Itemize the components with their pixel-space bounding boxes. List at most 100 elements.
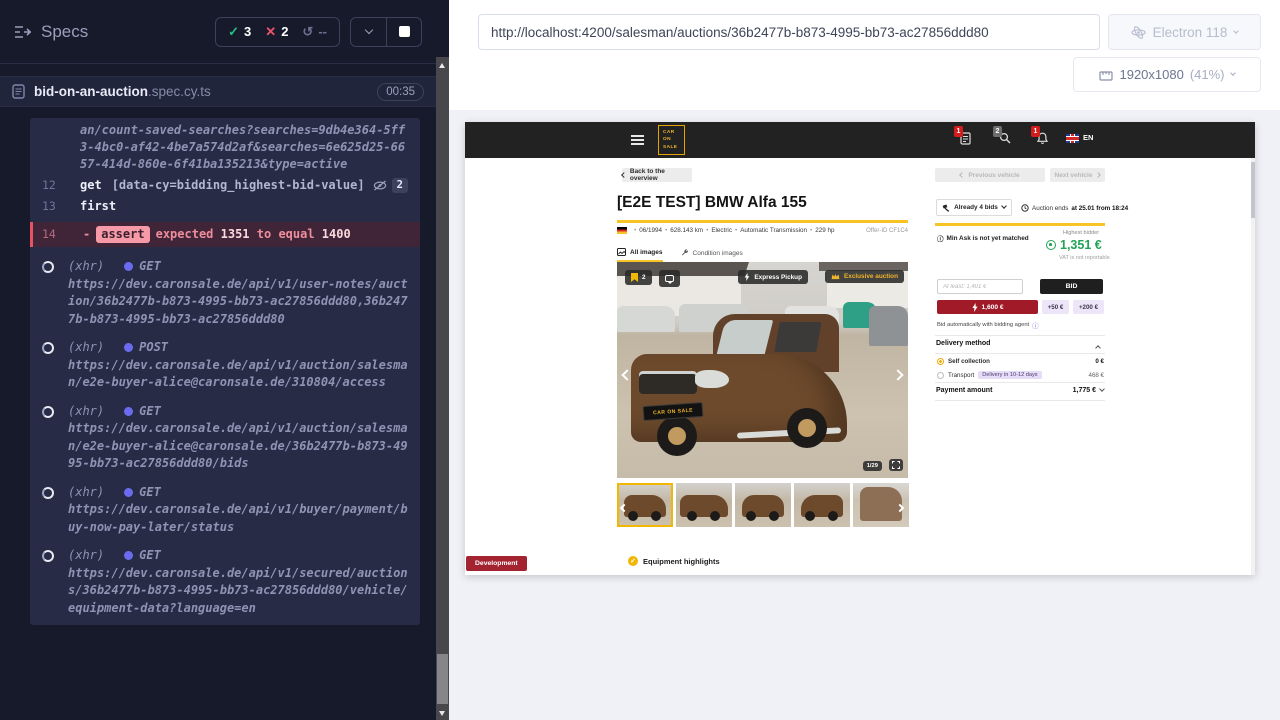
- xhr-log-entry[interactable]: (xhr)GET https://dev.caronsale.de/api/v1…: [30, 547, 420, 625]
- bidding-agent-note[interactable]: Bid automatically with bidding agent ⓘ: [937, 320, 1039, 330]
- caronsale-logo[interactable]: CAR ON SALE: [658, 125, 685, 155]
- image-icon: [617, 248, 626, 256]
- specs-nav[interactable]: Specs: [14, 22, 88, 42]
- back-to-overview-button[interactable]: Back to the overview: [622, 168, 692, 182]
- x-icon: ✕: [265, 24, 276, 40]
- highest-bid-icon: [1046, 240, 1056, 250]
- thumbs-next-button[interactable]: [897, 498, 903, 516]
- scroll-down-icon[interactable]: [439, 711, 445, 716]
- electron-icon: [1131, 25, 1146, 40]
- stat-failed: ✕ 2: [265, 24, 288, 40]
- bid-amount-input[interactable]: [937, 279, 1023, 294]
- gallery-tabs: All images Condition images: [617, 248, 743, 262]
- menu-icon[interactable]: [631, 135, 644, 145]
- vat-note: VAT is not reportable: [1059, 255, 1110, 261]
- tab-condition-images[interactable]: Condition images: [681, 248, 743, 262]
- request-dot-icon: [124, 551, 133, 560]
- browser-name: Electron 118: [1153, 25, 1228, 40]
- collapse-section-icon[interactable]: [1095, 345, 1101, 351]
- test-stats: ✓ 3 ✕ 2 ↺ --: [215, 17, 340, 47]
- eye-slash-icon: [373, 180, 387, 191]
- log-command-first[interactable]: 13 first: [30, 196, 420, 217]
- payment-amount-value: 1,775 €: [1073, 387, 1096, 394]
- log-command-get[interactable]: 12 get[data-cy=bidding_highest-bid-value…: [30, 175, 420, 196]
- app-scrollbar[interactable]: [1251, 158, 1255, 575]
- notifications-button[interactable]: 1: [1037, 132, 1048, 145]
- chevron-right-icon: [1096, 172, 1102, 178]
- min-ask-status: ⓘ Min Ask is not yet matched: [937, 233, 1029, 243]
- spinner-icon: [42, 406, 54, 418]
- xhr-log-entry[interactable]: (xhr)GET https://dev.caronsale.de/api/v1…: [30, 403, 420, 473]
- scroll-up-icon[interactable]: [439, 63, 445, 68]
- reporter-header: Specs ✓ 3 ✕ 2 ↺ --: [0, 0, 436, 64]
- spec-file-icon: [12, 84, 25, 99]
- log-truncated-url[interactable]: an/count-saved-searches?searches=9db4e36…: [30, 120, 420, 175]
- info-icon: ⓘ: [1032, 320, 1039, 330]
- viewport-size: 1920x1080: [1119, 67, 1183, 82]
- radio-selected-icon: [937, 358, 944, 365]
- scrollbar-thumb[interactable]: [437, 654, 448, 704]
- main-vehicle-photo[interactable]: CAR ON SALE 2 Express Pickup: [617, 262, 908, 478]
- xhr-log-entry[interactable]: (xhr)GET https://dev.caronsale.de/api/v1…: [30, 484, 420, 537]
- check-circle-icon: ✓: [628, 556, 638, 566]
- comments-button[interactable]: [659, 270, 680, 287]
- browser-pane: Electron 118 1920x1080 (41%) CAR ON SALE: [449, 0, 1280, 720]
- offer-id: Offer-ID CF1C4: [866, 228, 908, 234]
- thumbnail[interactable]: [735, 483, 791, 527]
- spec-file-name: bid-on-an-auction.spec.cy.ts: [34, 84, 211, 99]
- highest-bid-value: 1,351 €: [1046, 238, 1102, 252]
- url-input[interactable]: [478, 14, 1100, 50]
- highest-bidder-label: Highest bidder: [1063, 230, 1099, 236]
- increment-200-button[interactable]: +200 €: [1073, 300, 1104, 314]
- notifications-count-badge: 1: [1031, 126, 1040, 137]
- equipment-highlights: ✓ Equipment highlights: [628, 556, 720, 566]
- instant-bid-button[interactable]: 1,600 €: [937, 300, 1038, 314]
- stop-button[interactable]: [386, 18, 421, 46]
- stat-passed: ✓ 3: [228, 24, 251, 40]
- collapse-button[interactable]: [351, 18, 386, 46]
- spinner-icon: [42, 487, 54, 499]
- photo-prev-button[interactable]: [623, 366, 631, 384]
- spinner-icon: [42, 550, 54, 562]
- uk-flag-icon: [1066, 134, 1079, 143]
- environment-badge: Development: [466, 556, 527, 571]
- tab-all-images[interactable]: All images: [617, 248, 663, 262]
- payment-amount-row[interactable]: Payment amount 1,775 €: [936, 387, 1104, 394]
- bookmark-icon: [631, 273, 638, 282]
- previous-vehicle-button[interactable]: Previous vehicle: [935, 168, 1045, 182]
- photo-counter: 1/29: [863, 461, 882, 471]
- chevron-down-icon: [1001, 203, 1007, 209]
- next-vehicle-button[interactable]: Next vehicle: [1050, 168, 1105, 182]
- bookmark-badge[interactable]: 2: [625, 270, 652, 285]
- language-switcher[interactable]: EN: [1083, 133, 1093, 142]
- spec-file-row[interactable]: bid-on-an-auction.spec.cy.ts 00:35: [0, 76, 436, 107]
- viewport-zoom: (41%): [1190, 67, 1225, 82]
- saved-search-button[interactable]: 2: [999, 132, 1011, 144]
- delivery-option-self-collection[interactable]: Self collection 0 €: [937, 358, 1104, 365]
- thumbnail[interactable]: [676, 483, 732, 527]
- thumbnail[interactable]: [794, 483, 850, 527]
- xhr-log-entry[interactable]: (xhr)POST https://dev.caronsale.de/api/v…: [30, 339, 420, 392]
- delivery-method-title: Delivery method: [936, 340, 990, 347]
- stop-icon: [399, 26, 410, 37]
- increment-50-button[interactable]: +50 €: [1042, 300, 1069, 314]
- app-header: CAR ON SALE 1 2: [465, 122, 1255, 158]
- request-dot-icon: [124, 488, 133, 497]
- chevron-left-icon: [621, 172, 627, 178]
- bid-button[interactable]: BID: [1040, 279, 1103, 294]
- bids-dropdown-button[interactable]: Already 4 bids: [936, 199, 1012, 216]
- reporter-scrollbar[interactable]: [436, 57, 449, 720]
- thumbs-prev-button[interactable]: [621, 498, 627, 516]
- log-assert-error[interactable]: 14 -assertexpected 1351 to equal 1400: [30, 222, 420, 247]
- aut-iframe: CAR ON SALE 1 2: [465, 122, 1255, 575]
- photo-next-button[interactable]: [894, 366, 902, 384]
- fullscreen-button[interactable]: [889, 459, 903, 471]
- xhr-log-entry[interactable]: (xhr)GET https://dev.caronsale.de/api/v1…: [30, 258, 420, 328]
- specs-menu-icon: [14, 25, 31, 39]
- offers-button[interactable]: 1: [960, 132, 971, 145]
- viewport-select[interactable]: 1920x1080 (41%): [1073, 57, 1261, 92]
- clock-icon: [1021, 204, 1029, 212]
- delivery-option-transport[interactable]: Transport Delivery in 10-12 days 468 €: [937, 371, 1104, 379]
- bolt-icon: [972, 303, 978, 312]
- browser-select[interactable]: Electron 118: [1108, 14, 1261, 50]
